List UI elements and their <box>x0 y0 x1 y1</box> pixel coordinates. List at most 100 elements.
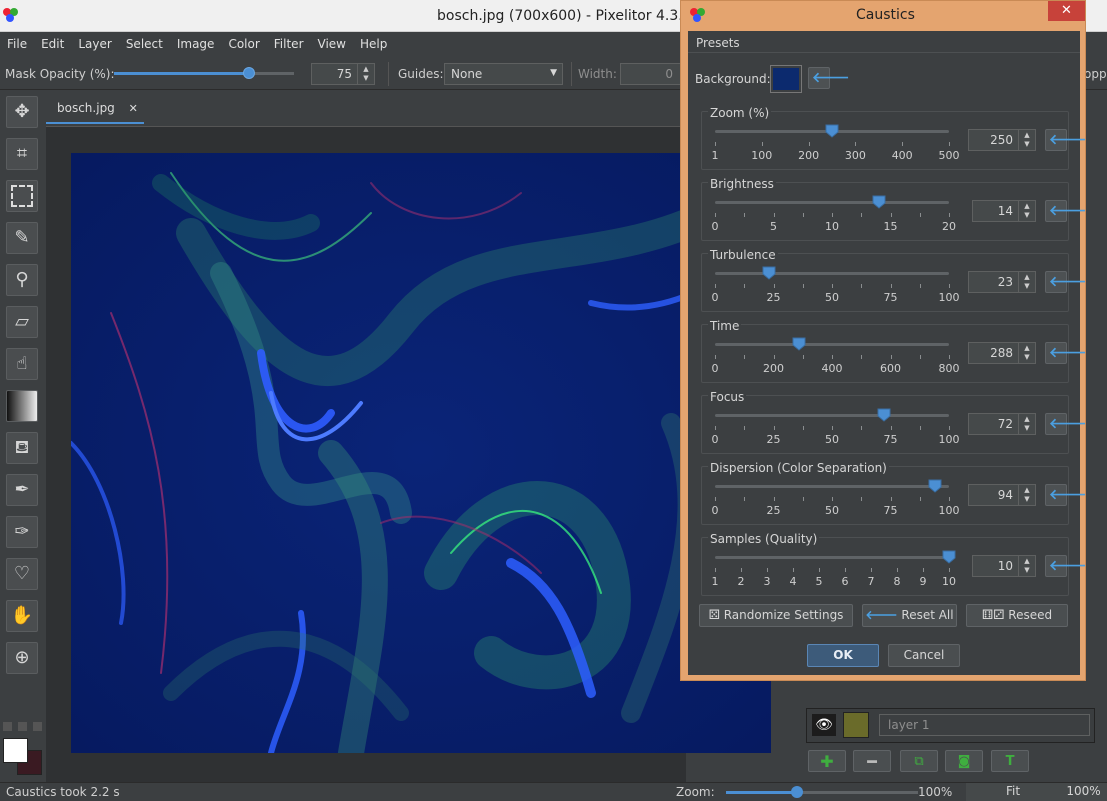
menu-layer[interactable]: Layer <box>71 32 118 51</box>
dialog-close-button[interactable]: ✕ <box>1048 1 1085 21</box>
param-reset-button[interactable]: 🡐 <box>1045 484 1087 506</box>
layer-name-field[interactable]: layer 1 <box>879 714 1090 736</box>
crop-tool-button[interactable]: ⌗ <box>6 138 38 170</box>
param-reset-button[interactable]: 🡐 <box>1045 342 1087 364</box>
menu-help[interactable]: Help <box>353 32 394 51</box>
spinner-arrows-icon[interactable]: ▲ ▼ <box>1018 556 1035 576</box>
smudge-tool-button[interactable]: ☝ <box>6 348 38 380</box>
reseed-button[interactable]: ⚅⚂ Reseed <box>966 604 1068 627</box>
shapes-tool-button[interactable]: ♡ <box>6 558 38 590</box>
param-spinner[interactable]: 94 ▲ ▼ <box>968 484 1036 506</box>
param-spinner[interactable]: 72 ▲ ▼ <box>968 413 1036 435</box>
mask-opacity-value: 75 <box>336 67 352 81</box>
selection-tool-button[interactable] <box>6 180 38 212</box>
param-slider[interactable] <box>715 343 949 346</box>
spinner-arrows-icon[interactable]: ▲ ▼ <box>357 64 374 84</box>
close-icon[interactable]: ✕ <box>129 102 138 115</box>
eraser-tool-button[interactable]: ▱ <box>6 306 38 338</box>
visibility-eye-icon[interactable]: 👁 <box>812 714 836 736</box>
swatch-mini-3[interactable] <box>33 722 42 731</box>
layer-mask-icon[interactable]: ◙ <box>945 750 983 772</box>
param-reset-button[interactable]: 🡐 <box>1045 555 1087 577</box>
menu-view[interactable]: View <box>311 32 353 51</box>
mask-opacity-slider[interactable] <box>114 67 294 79</box>
spinner-arrows-icon[interactable]: ▲ ▼ <box>1018 343 1035 363</box>
param-spinner[interactable]: 14 ▲ ▼ <box>972 200 1036 222</box>
menu-image[interactable]: Image <box>170 32 222 51</box>
menu-select[interactable]: Select <box>119 32 170 51</box>
mask-opacity-slider-thumb[interactable] <box>243 67 255 79</box>
spinner-arrows-icon[interactable]: ▲ ▼ <box>1018 130 1035 150</box>
width-field[interactable]: 0 <box>620 63 682 85</box>
actual-pixels-button[interactable]: 100% <box>1060 783 1107 801</box>
param-slider[interactable] <box>715 272 949 275</box>
duplicate-layer-icon[interactable]: ⧉ <box>900 750 938 772</box>
spinner-arrows-icon[interactable]: ▲ ▼ <box>1018 414 1035 434</box>
canvas-image[interactable] <box>71 153 771 753</box>
slider-tick <box>802 284 804 288</box>
brush-tool-button[interactable]: ✎ <box>6 222 38 254</box>
tick-label: 10 <box>942 575 956 588</box>
add-layer-icon[interactable]: ✚ <box>808 750 846 772</box>
pen-tool-button[interactable]: ✑ <box>6 516 38 548</box>
zoom-slider[interactable] <box>726 786 918 798</box>
param-spinner[interactable]: 250 ▲ ▼ <box>968 129 1036 151</box>
menu-edit[interactable]: Edit <box>34 32 71 51</box>
clone-stamp-tool-button[interactable]: ⚲ <box>6 264 38 296</box>
swatch-mini-2[interactable] <box>18 722 27 731</box>
slider-thumb[interactable] <box>762 266 776 280</box>
move-tool-button[interactable]: ✥ <box>6 96 38 128</box>
mask-opacity-spinner[interactable]: 75 ▲ ▼ <box>311 63 375 85</box>
swatch-mini-1[interactable] <box>3 722 12 731</box>
slider-thumb[interactable] <box>792 337 806 351</box>
presets-menu[interactable]: Presets <box>688 31 1080 53</box>
paint-bucket-tool-button[interactable]: ⛾ <box>6 432 38 464</box>
hand-tool-button[interactable]: ✋ <box>6 600 38 632</box>
delete-layer-icon[interactable]: ━ <box>853 750 891 772</box>
layer-row[interactable]: 👁 layer 1 <box>806 708 1095 743</box>
slider-thumb[interactable] <box>825 124 839 138</box>
param-reset-button[interactable]: 🡐 <box>1045 200 1087 222</box>
slider-thumb[interactable] <box>872 195 886 209</box>
param-slider[interactable] <box>715 485 949 488</box>
param-reset-button[interactable]: 🡐 <box>1045 413 1087 435</box>
fit-button[interactable]: Fit <box>966 783 1060 801</box>
status-message: Caustics took 2.2 s <box>6 785 120 799</box>
gradient-tool-button[interactable] <box>6 390 38 422</box>
reset-all-button[interactable]: 🡐 Reset All <box>862 604 957 627</box>
menu-file[interactable]: File <box>0 32 34 51</box>
tick-label: 15 <box>883 220 898 233</box>
param-slider[interactable] <box>715 556 949 559</box>
document-tab[interactable]: bosch.jpg ✕ <box>46 96 144 124</box>
slider-tick <box>949 142 950 146</box>
background-reset-button[interactable]: 🡐 <box>808 67 850 89</box>
zoom-slider-thumb[interactable] <box>791 786 803 798</box>
param-reset-button[interactable]: 🡐 <box>1045 271 1087 293</box>
zoom-tool-button[interactable]: ⊕ <box>6 642 38 674</box>
randomize-settings-button[interactable]: ⚄ Randomize Settings <box>699 604 853 627</box>
foreground-color-swatch[interactable] <box>3 738 28 763</box>
slider-thumb[interactable] <box>928 479 942 493</box>
text-layer-icon[interactable]: T <box>991 750 1029 772</box>
param-spinner[interactable]: 23 ▲ ▼ <box>968 271 1036 293</box>
spinner-arrows-icon[interactable]: ▲ ▼ <box>1018 485 1035 505</box>
guides-dropdown[interactable]: None ▼ <box>444 63 563 85</box>
slider-thumb[interactable] <box>942 550 956 564</box>
mask-opacity-label: Mask Opacity (%): <box>5 67 115 81</box>
param-slider[interactable] <box>715 201 949 204</box>
cancel-button[interactable]: Cancel <box>888 644 960 667</box>
tick-label: 600 <box>880 362 901 375</box>
param-spinner[interactable]: 288 ▲ ▼ <box>968 342 1036 364</box>
smudge-icon: ☝ <box>16 353 28 374</box>
spinner-arrows-icon[interactable]: ▲ ▼ <box>1018 272 1035 292</box>
ok-button[interactable]: OK <box>807 644 879 667</box>
param-spinner[interactable]: 10 ▲ ▼ <box>972 555 1036 577</box>
param-slider[interactable] <box>715 414 949 417</box>
param-reset-button[interactable]: 🡐 <box>1045 129 1087 151</box>
menu-filter[interactable]: Filter <box>267 32 311 51</box>
menu-color[interactable]: Color <box>221 32 266 51</box>
background-color-button[interactable] <box>770 65 802 93</box>
slider-thumb[interactable] <box>877 408 891 422</box>
spinner-arrows-icon[interactable]: ▲ ▼ <box>1018 201 1035 221</box>
color-picker-tool-button[interactable]: ✒ <box>6 474 38 506</box>
